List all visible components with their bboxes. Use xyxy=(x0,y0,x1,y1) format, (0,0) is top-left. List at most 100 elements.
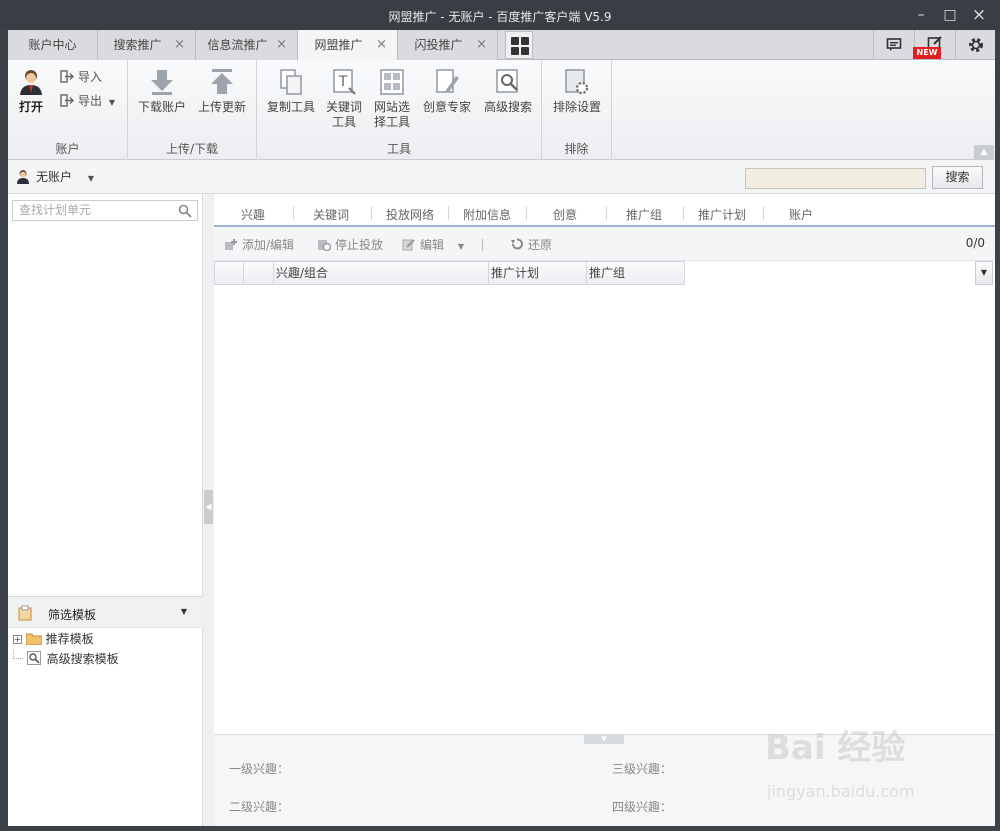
watermark-brand: Bai 经验 xyxy=(765,728,906,768)
site-label-1: 网站选 xyxy=(373,100,410,114)
advanced-label: 高级搜索 xyxy=(483,100,532,114)
site-grid-icon xyxy=(380,69,404,95)
search-icon[interactable] xyxy=(178,204,192,218)
add-edit-button[interactable]: 添加/编辑 xyxy=(224,236,294,253)
ribbon-group-transfer: 下载账户 上传更新 上传/下载 xyxy=(128,60,257,160)
user-icon xyxy=(20,70,42,95)
app-grid-icon[interactable] xyxy=(505,31,533,59)
ribbon-group-tools: 复制工具 T 关键词 工具 网站选 择工具 创意专家 高级搜索 工具 xyxy=(257,60,542,160)
group-label: 排除 xyxy=(564,142,589,156)
subtab-extra-info[interactable]: 附加信息 xyxy=(463,206,511,223)
close-tab-icon[interactable]: × xyxy=(174,30,185,60)
exclude-label: 排除设置 xyxy=(552,100,601,114)
level2-interest-label: 二级兴趣： xyxy=(229,800,290,814)
divider xyxy=(293,206,294,220)
pane-splitter[interactable]: ◀ xyxy=(203,194,214,826)
close-tab-icon[interactable]: × xyxy=(476,30,487,60)
ribbon-group-exclude: 排除设置 排除 xyxy=(542,60,612,160)
upload-update-button[interactable]: 上传更新 xyxy=(194,68,250,115)
template-icon xyxy=(18,605,32,621)
copy-tool-button[interactable]: 复制工具 xyxy=(265,68,317,115)
subtab-account[interactable]: 账户 xyxy=(789,206,813,223)
tree-item-recommended[interactable]: + 推荐模板 xyxy=(13,630,94,646)
subtab-network[interactable]: 投放网络 xyxy=(386,206,434,223)
search-template-icon xyxy=(26,651,41,665)
tree-item-label: 高级搜索模板 xyxy=(46,652,119,666)
import-label: 导入 xyxy=(78,70,103,84)
settings-gear-icon[interactable] xyxy=(955,30,995,60)
baidu-jingyan-watermark: Bai 经验 jingyan.baidu.com xyxy=(765,720,995,810)
tab-flash-promotion[interactable]: 闪投推广 × xyxy=(398,30,498,60)
tree-item-label: 推荐模板 xyxy=(45,632,94,646)
import-button[interactable]: 导入 xyxy=(60,68,102,85)
close-tab-icon[interactable]: × xyxy=(376,30,387,60)
tab-search-promotion[interactable]: 搜索推广 × xyxy=(98,30,196,60)
account-name: 无账户 xyxy=(36,170,73,184)
collapse-ribbon-icon[interactable]: ▲ xyxy=(974,145,994,159)
tab-account-center[interactable]: 账户中心 xyxy=(8,30,98,60)
keyword-tool-button[interactable]: T 关键词 工具 xyxy=(323,68,365,130)
account-search-input[interactable] xyxy=(745,168,926,189)
minimize-button[interactable]: – xyxy=(912,6,930,24)
divider xyxy=(683,206,684,220)
stop-delivery-button[interactable]: 停止投放 xyxy=(317,236,383,253)
close-tab-icon[interactable]: × xyxy=(276,30,287,60)
edit-button[interactable]: 编辑 ▼ xyxy=(402,236,464,253)
column-chooser-icon[interactable]: ▼ xyxy=(975,261,993,285)
message-icon[interactable] xyxy=(873,30,913,60)
plan-search-input[interactable]: 查找计划单元 xyxy=(12,200,198,221)
column-ad-group[interactable]: 推广组 xyxy=(587,261,685,285)
creative-pen-icon xyxy=(436,69,459,93)
subtab-creative[interactable]: 创意 xyxy=(553,206,577,223)
site-selection-tool-button[interactable]: 网站选 择工具 xyxy=(371,68,413,130)
grid-status-column xyxy=(244,261,274,285)
search-button[interactable]: 搜索 xyxy=(932,166,983,189)
download-label: 下载账户 xyxy=(137,100,186,114)
record-count: 0/0 xyxy=(965,236,985,250)
grid-toolbar: 添加/编辑 停止投放 编辑 ▼ 还原 0/0 xyxy=(214,227,995,261)
edit-label: 编辑 xyxy=(420,238,445,252)
divider xyxy=(606,206,607,220)
creative-expert-button[interactable]: 创意专家 xyxy=(421,68,473,115)
tree-item-advanced[interactable]: 高级搜索模板 xyxy=(13,650,119,666)
edit-icon xyxy=(402,239,415,251)
export-icon xyxy=(60,94,74,107)
ribbon-toolbar: 打开 导入 导出 ▼ 账户 下载账户 上传更新 上传/下载 复制工具 T 关键词… xyxy=(8,60,995,160)
import-icon xyxy=(60,70,74,83)
download-account-button[interactable]: 下载账户 xyxy=(134,68,190,115)
export-button[interactable]: 导出 ▼ xyxy=(60,92,115,109)
close-window-button[interactable]: × xyxy=(970,6,988,24)
collapse-left-icon[interactable]: ◀ xyxy=(204,490,213,524)
collapse-detail-icon[interactable]: ▼ xyxy=(584,735,624,744)
dropdown-arrow-icon: ▼ xyxy=(457,242,464,251)
divider xyxy=(448,206,449,220)
subtab-ad-group[interactable]: 推广组 xyxy=(626,206,662,223)
subtab-interest[interactable]: 兴趣 xyxy=(241,206,265,223)
account-selector[interactable]: 无账户 ▼ xyxy=(16,168,94,185)
divider xyxy=(371,206,372,220)
maximize-button[interactable]: □ xyxy=(941,6,959,24)
subtab-keyword[interactable]: 关键词 xyxy=(313,206,349,223)
account-bar: 无账户 ▼ 搜索 xyxy=(8,160,995,194)
subtab-campaign[interactable]: 推广计划 xyxy=(698,206,746,223)
exclude-settings-button[interactable]: 排除设置 xyxy=(550,68,604,115)
open-account-button[interactable]: 打开 xyxy=(14,68,48,115)
expand-icon[interactable]: + xyxy=(13,635,22,644)
advanced-search-button[interactable]: 高级搜索 xyxy=(481,68,535,115)
advanced-search-icon xyxy=(496,69,518,93)
grid-checkbox-column[interactable] xyxy=(214,261,244,285)
column-campaign[interactable]: 推广计划 xyxy=(489,261,587,285)
upload-icon xyxy=(211,69,233,94)
restore-button[interactable]: 还原 xyxy=(510,236,552,253)
tab-feed-promotion[interactable]: 信息流推广 × xyxy=(196,30,298,60)
filter-template-header[interactable]: 筛选模板 ▼ xyxy=(8,596,203,628)
tab-network-promotion[interactable]: 网盟推广 × xyxy=(298,30,398,61)
window-title: 网盟推广 - 无账户 - 百度推广客户端 V5.9 xyxy=(388,10,612,24)
restore-icon xyxy=(511,238,523,250)
divider xyxy=(763,206,764,220)
restore-label: 还原 xyxy=(528,238,553,252)
group-label: 账户 xyxy=(55,142,80,156)
tab-label: 网盟推广 xyxy=(314,38,363,52)
divider xyxy=(526,206,527,220)
column-interest-combo[interactable]: 兴趣/组合 xyxy=(274,261,489,285)
